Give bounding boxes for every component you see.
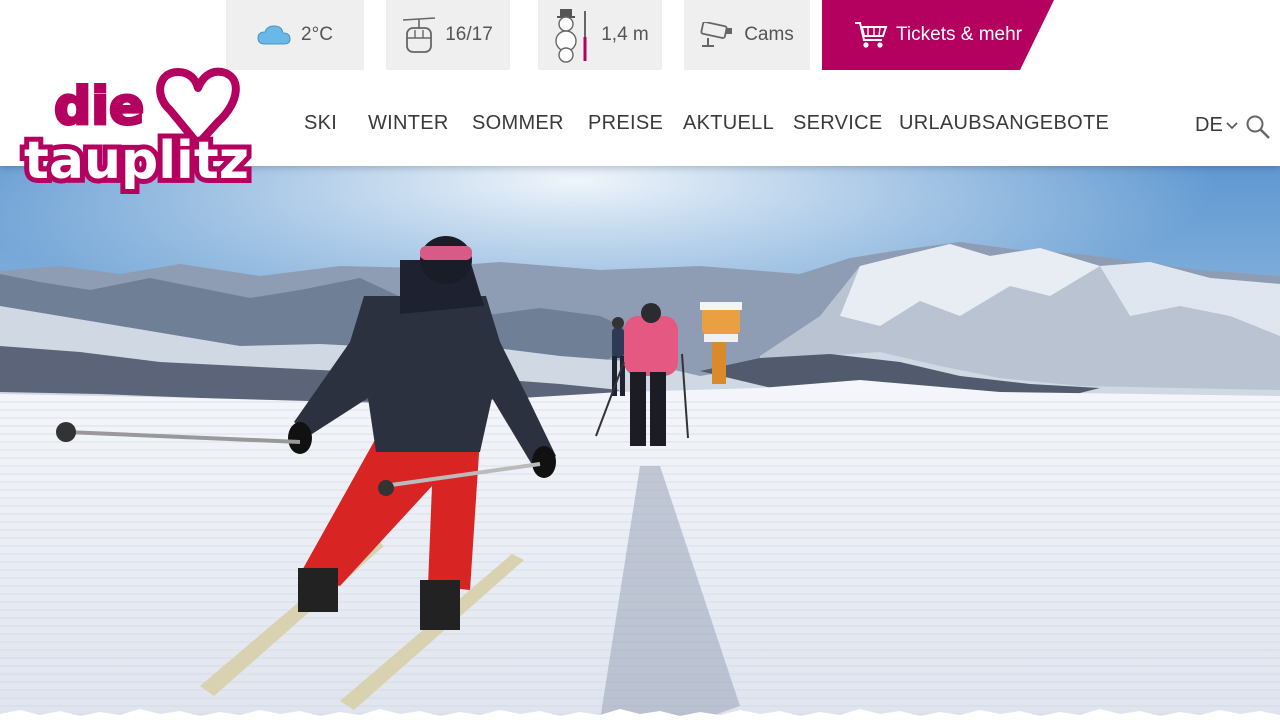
nav-item-sommer[interactable]: SOMMER (472, 112, 564, 135)
logo-line-1: die (54, 77, 144, 137)
site-logo[interactable]: die tauplitz (18, 66, 258, 198)
search-icon[interactable] (1245, 114, 1273, 142)
temperature-label: 2°C (301, 24, 333, 45)
camera-icon (700, 22, 734, 48)
tickets-button[interactable]: Tickets & mehr (822, 0, 1054, 70)
tickets-label: Tickets & mehr (896, 24, 1022, 45)
nav-item-preise[interactable]: PREISE (588, 112, 663, 135)
nav-item-ski[interactable]: SKI (304, 112, 337, 135)
nav-item-aktuell[interactable]: AKTUELL (683, 112, 774, 135)
lifts-open-count: 16/17 (445, 24, 493, 45)
torn-paper-edge (0, 709, 1280, 720)
cams-button[interactable]: Cams (684, 0, 810, 70)
nav-item-winter[interactable]: WINTER (368, 112, 449, 135)
snow-depth-button[interactable]: 1,4 m (538, 0, 662, 70)
gondola-icon (403, 16, 436, 54)
hero-image (0, 166, 1280, 720)
chevron-down-icon (1226, 114, 1238, 137)
snowman-icon (551, 7, 591, 63)
nav-item-urlaubsangebote[interactable]: URLAUBSANGEBOTE (899, 112, 1109, 135)
logo-line-2: tauplitz (24, 131, 249, 191)
snow-depth-label: 1,4 m (601, 24, 649, 45)
language-label: DE (1195, 114, 1223, 136)
cams-label: Cams (744, 24, 794, 45)
weather-button[interactable]: 2°C (226, 0, 364, 70)
ski-slope-scene (0, 166, 1280, 720)
lifts-button[interactable]: 16/17 (386, 0, 510, 70)
site-header: 2°C 16/17 1,4 m Cams Tickets & mehr die … (0, 0, 1280, 196)
cart-icon (854, 20, 888, 50)
cloud-icon (257, 24, 291, 46)
language-selector[interactable]: DE (1195, 114, 1238, 137)
nav-item-service[interactable]: SERVICE (793, 112, 883, 135)
tauplitz-logo: die tauplitz (19, 67, 254, 196)
